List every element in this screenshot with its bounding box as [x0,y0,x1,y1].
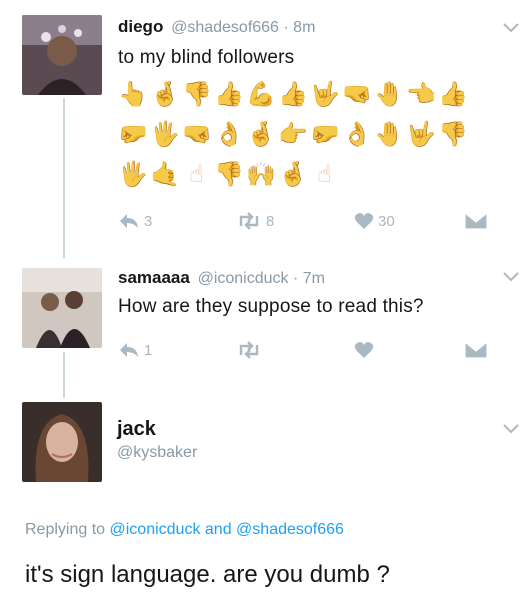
emoji-row-1: 👆 🤞 👎 👍 💪 👍 🤟 🤜 🤚 👈 👍 [118,80,468,110]
hand-emoji: 👎 [438,121,468,148]
retweet-icon [236,341,262,359]
tweet-actions: 1 [118,341,488,359]
hand-emoji: 💪 [246,81,276,108]
mention-link[interactable]: @iconicduck [110,521,201,538]
hand-emoji: 🤞 [150,81,180,108]
hand-emoji: 🤞 [246,121,276,148]
replying-and: and [200,521,237,538]
retweet-button[interactable]: 8 [236,212,354,230]
tweet-actions: 3 8 30 [118,212,488,230]
display-name[interactable]: samaaaa [118,268,190,287]
reply-icon [118,341,140,359]
thread-line-2 [63,352,65,398]
hand-emoji: 👆 [118,81,148,108]
reply-button[interactable]: 1 [118,341,236,359]
separator-dot: · [278,19,294,36]
chevron-down-icon[interactable] [503,424,519,434]
reply-icon [118,212,140,230]
avatar-diego[interactable] [22,15,102,95]
tweet-text: to my blind followers [118,47,295,68]
heart-icon [354,212,374,230]
like-count: 30 [378,212,395,230]
chevron-down-icon[interactable] [503,272,519,282]
like-button[interactable]: 30 [354,212,464,230]
hand-emoji: 👌 [214,121,244,148]
hand-emoji: 👉 [278,121,308,148]
hand-emoji: 👎 [214,161,244,188]
user-handle[interactable]: @kysbaker [117,444,197,462]
hand-emoji: 🤟 [310,81,340,108]
display-name[interactable]: diego [118,17,163,36]
emoji-row-2: 🤛 🖐 🤜 👌 🤞 👉 🤛 👌 🤚 🤟 👎 [118,120,468,150]
reply-count: 3 [144,212,153,230]
replying-prefix: Replying to [25,521,110,538]
hand-emoji: 🤜 [342,81,372,108]
tweet-text: How are they suppose to read this? [118,296,424,317]
mention-link[interactable]: @shadesof666 [236,521,344,538]
tweet-text: it's sign language. are you dumb ? [25,561,390,588]
hand-emoji: 🤞 [278,161,308,188]
user-handle[interactable]: @iconicduck [198,270,289,287]
hand-emoji: 🤛 [118,121,148,148]
chevron-down-icon[interactable] [503,23,519,33]
thread-line-1 [63,98,65,258]
retweet-button[interactable] [236,341,354,359]
like-button[interactable] [354,341,464,359]
direct-message-button[interactable] [464,212,488,230]
hand-emoji: 👈 [406,81,436,108]
direct-message-icon [464,341,488,359]
user-handle[interactable]: @shadesof666 [171,19,279,36]
hand-emoji: 🤚 [374,81,404,108]
retweet-icon [236,212,262,230]
hand-emoji: 🤟 [406,121,436,148]
retweet-count: 8 [266,212,275,230]
tweet-header: samaaaa @iconicduck · 7m [118,268,325,288]
hand-emoji: ☝ [317,161,332,188]
reply-button[interactable]: 3 [118,212,236,230]
separator-dot: · [288,270,303,287]
replying-to: Replying to @iconicduck and @shadesof666 [25,521,344,539]
hand-emoji: 🤜 [182,121,212,148]
avatar-jack[interactable] [22,402,102,482]
timestamp[interactable]: 7m [303,270,325,287]
display-name[interactable]: jack [117,418,156,441]
hand-emoji: 🤙 [150,161,180,188]
hand-emoji: 👍 [278,81,308,108]
hand-emoji: 🤚 [374,121,404,148]
hand-emoji: 👌 [342,121,372,148]
hand-emoji: 👍 [438,81,468,108]
direct-message-button[interactable] [464,341,488,359]
hand-emoji: 🖐 [118,161,148,188]
tweet-header: diego @shadesof666 · 8m [118,17,315,37]
emoji-row-3: 🖐 🤙 ☝ 👎 🙌 🤞 ☝ [118,160,339,190]
hand-emoji: 👎 [182,81,212,108]
reply-count: 1 [144,341,153,359]
hand-emoji: 🖐 [150,121,180,148]
heart-icon [354,341,374,359]
hand-emoji: 🤛 [310,121,340,148]
hand-emoji: 👍 [214,81,244,108]
hand-emoji: ☝ [189,161,204,188]
direct-message-icon [464,212,488,230]
avatar-samaaaa[interactable] [22,268,102,348]
timestamp[interactable]: 8m [293,19,315,36]
hand-emoji: 🙌 [246,161,276,188]
